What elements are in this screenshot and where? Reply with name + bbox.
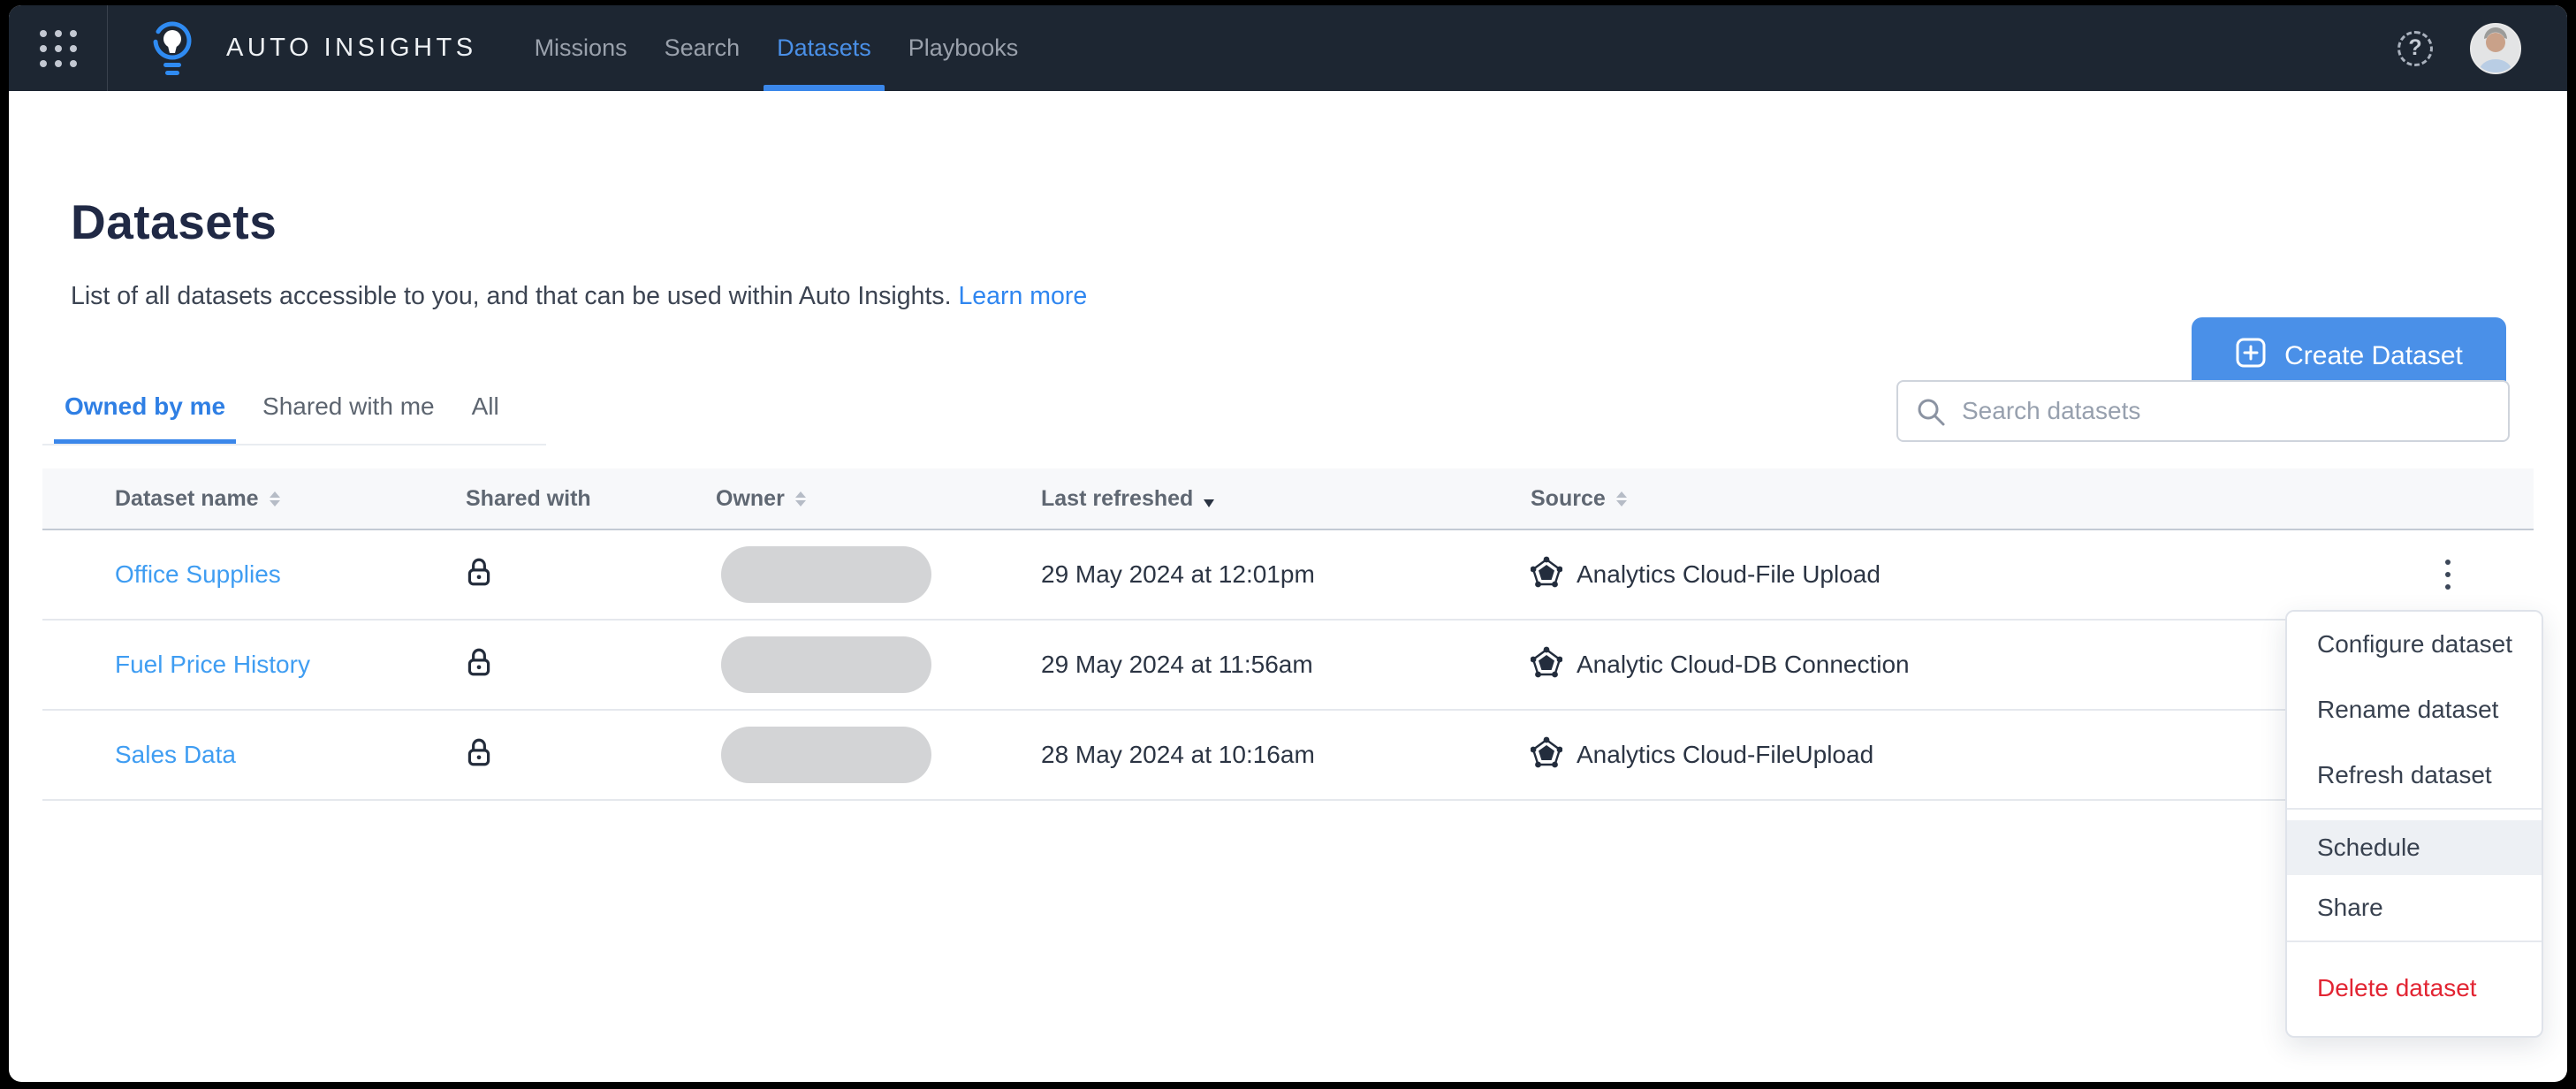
owner-redacted-pill: [721, 636, 931, 693]
help-icon[interactable]: ?: [2397, 30, 2433, 66]
create-dataset-label: Create Dataset: [2284, 341, 2463, 370]
column-header-dataset-name[interactable]: Dataset name: [42, 486, 458, 512]
row-actions-context-menu: Configure dataset Rename dataset Refresh…: [2285, 610, 2543, 1038]
datasets-page: Datasets List of all datasets accessible…: [9, 194, 2567, 395]
nav-item-playbooks[interactable]: Playbooks: [890, 5, 1037, 91]
tab-all[interactable]: All: [461, 392, 510, 444]
page-subtitle: List of all datasets accessible to you, …: [71, 282, 2567, 311]
app-grid-icon: [39, 29, 77, 67]
column-header-owner[interactable]: Owner: [708, 486, 1033, 512]
owner-redacted-pill: [721, 727, 931, 783]
sort-icon: [1615, 491, 1627, 506]
learn-more-link[interactable]: Learn more: [958, 282, 1087, 310]
table-row: Office Supplies 29 May 2024 at 12:01pm A…: [42, 530, 2534, 621]
alteryx-pentagon-icon: [1530, 646, 1563, 684]
page-title: Datasets: [71, 194, 277, 249]
brand[interactable]: AUTO INSIGHTS: [150, 19, 477, 78]
primary-nav: Missions Search Datasets Playbooks: [516, 5, 1037, 91]
menu-item-configure-dataset[interactable]: Configure dataset: [2287, 612, 2542, 677]
table-header-row: Dataset name Shared with Owner Last refr…: [42, 468, 2534, 530]
plus-square-icon: [2235, 337, 2267, 376]
datasets-table: Dataset name Shared with Owner Last refr…: [42, 468, 2534, 801]
menu-item-refresh-dataset[interactable]: Refresh dataset: [2287, 742, 2542, 808]
table-row: Sales Data 28 May 2024 at 10:16am Analyt…: [42, 711, 2534, 801]
column-header-shared-with: Shared with: [466, 485, 591, 511]
last-refreshed-cell: 29 May 2024 at 11:56am: [1041, 651, 1313, 678]
lightbulb-logo-icon: [150, 19, 194, 78]
search-icon: [1918, 399, 1945, 426]
lock-icon: [466, 736, 492, 774]
search-datasets: [1896, 380, 2510, 442]
sort-icon: [269, 491, 280, 506]
page-subtitle-text: List of all datasets accessible to you, …: [71, 282, 952, 310]
menu-item-rename-dataset[interactable]: Rename dataset: [2287, 677, 2542, 742]
lock-icon: [466, 646, 492, 684]
source-cell: Analytics Cloud-FileUpload: [1577, 741, 1874, 768]
search-input[interactable]: [1896, 380, 2510, 442]
top-nav: AUTO INSIGHTS Missions Search Datasets P…: [9, 5, 2567, 91]
menu-item-delete-dataset[interactable]: Delete dataset: [2287, 953, 2542, 1024]
tab-owned-by-me[interactable]: Owned by me: [54, 392, 236, 444]
dataset-link[interactable]: Office Supplies: [115, 560, 281, 589]
last-refreshed-cell: 28 May 2024 at 10:16am: [1041, 741, 1315, 768]
nav-item-missions[interactable]: Missions: [516, 5, 646, 91]
menu-item-share[interactable]: Share: [2287, 875, 2542, 940]
app-window: AUTO INSIGHTS Missions Search Datasets P…: [9, 5, 2567, 1082]
table-row: Fuel Price History 29 May 2024 at 11:56a…: [42, 621, 2534, 711]
nav-item-search[interactable]: Search: [646, 5, 759, 91]
column-header-source[interactable]: Source: [1523, 486, 2442, 512]
alteryx-pentagon-icon: [1530, 736, 1563, 774]
lock-icon: [466, 556, 492, 594]
sort-desc-icon: [1204, 491, 1215, 507]
nav-right: ?: [2397, 22, 2567, 74]
last-refreshed-cell: 29 May 2024 at 12:01pm: [1041, 560, 1315, 588]
nav-item-datasets[interactable]: Datasets: [758, 5, 890, 91]
user-avatar[interactable]: [2470, 22, 2521, 74]
source-cell: Analytics Cloud-File Upload: [1577, 560, 1881, 588]
brand-name: AUTO INSIGHTS: [226, 34, 477, 62]
dataset-tabs: Owned by me Shared with me All: [42, 392, 546, 446]
source-cell: Analytic Cloud-DB Connection: [1577, 651, 1910, 678]
app-launcher-button[interactable]: [9, 5, 108, 91]
dataset-link[interactable]: Sales Data: [115, 741, 236, 769]
column-header-last-refreshed[interactable]: Last refreshed: [1033, 486, 1523, 512]
list-toolbar: Owned by me Shared with me All: [42, 380, 2510, 446]
owner-redacted-pill: [721, 546, 931, 603]
alteryx-pentagon-icon: [1530, 556, 1563, 594]
sort-icon: [794, 491, 806, 506]
menu-item-schedule[interactable]: Schedule: [2287, 820, 2542, 875]
tab-shared-with-me[interactable]: Shared with me: [252, 392, 445, 444]
dataset-link[interactable]: Fuel Price History: [115, 651, 310, 679]
row-actions-kebab-icon[interactable]: [2427, 550, 2469, 599]
